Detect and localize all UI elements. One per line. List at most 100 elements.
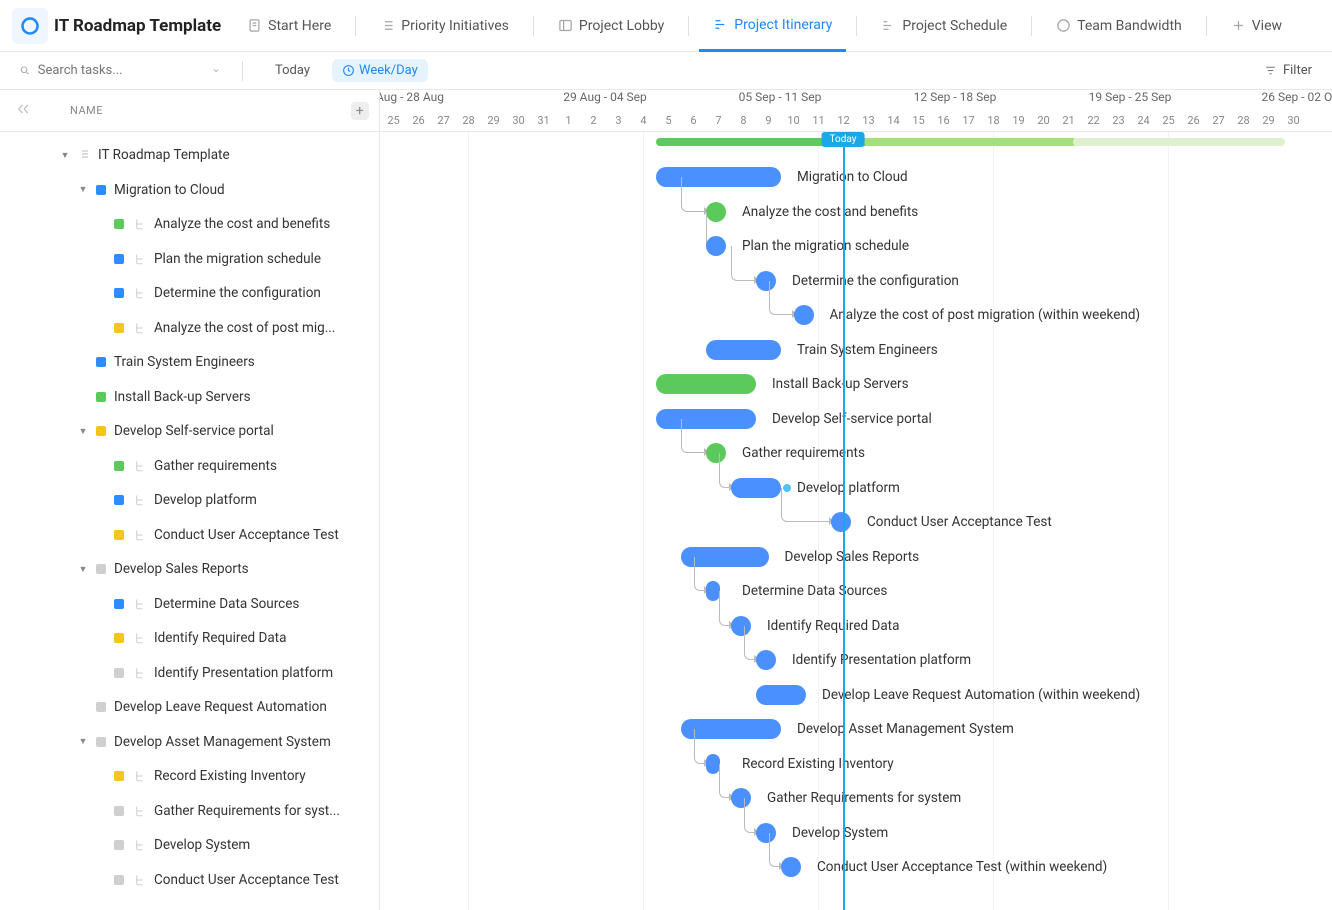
week-label: 19 Sep - 25 Sep xyxy=(1040,90,1220,104)
dependency-connector xyxy=(719,453,730,488)
tab-team-bandwidth[interactable]: Team Bandwidth xyxy=(1042,0,1196,52)
app-header: IT Roadmap Template Start HerePriority I… xyxy=(0,0,1332,52)
gantt-label: Train System Engineers xyxy=(797,342,938,358)
expand-arrow-icon[interactable]: ▼ xyxy=(60,150,70,161)
tree-row[interactable]: ▼Develop Asset Management System xyxy=(0,725,379,760)
day-label: 23 xyxy=(1106,110,1131,132)
gantt-milestone[interactable] xyxy=(706,754,720,774)
subtask-icon xyxy=(132,769,146,783)
tab-project-lobby[interactable]: Project Lobby xyxy=(544,0,678,52)
tree-row[interactable]: Record Existing Inventory xyxy=(0,759,379,794)
tree-row[interactable]: Develop System xyxy=(0,828,379,863)
tab-project-itinerary[interactable]: Project Itinerary xyxy=(699,0,846,52)
tree-row[interactable]: Conduct User Acceptance Test xyxy=(0,518,379,553)
dependency-connector xyxy=(719,591,730,626)
tab-priority-initiatives[interactable]: Priority Initiatives xyxy=(366,0,523,52)
filter-button[interactable]: Filter xyxy=(1264,63,1312,78)
task-name: Migration to Cloud xyxy=(114,182,225,198)
tree-row[interactable]: Develop Leave Request Automation xyxy=(0,690,379,725)
tree-row[interactable]: Determine the configuration xyxy=(0,276,379,311)
tree-row[interactable]: Analyze the cost of post mig... xyxy=(0,311,379,346)
list-icon xyxy=(78,148,90,163)
gantt-body[interactable]: TodayMigration to CloudAnalyze the cost … xyxy=(380,132,1332,910)
expand-arrow-icon[interactable]: ▼ xyxy=(78,736,88,747)
gantt-bar[interactable] xyxy=(656,167,781,187)
today-button[interactable]: Today xyxy=(265,59,320,82)
expand-arrow-icon[interactable]: ▼ xyxy=(78,184,88,195)
gantt-label: Analyze the cost and benefits xyxy=(742,204,918,220)
gantt-bar[interactable] xyxy=(731,478,781,498)
task-name: Analyze the cost and benefits xyxy=(154,216,330,232)
status-square xyxy=(114,806,124,816)
status-square xyxy=(96,357,106,367)
expand-arrow-icon[interactable]: ▼ xyxy=(78,564,88,575)
dependency-connector xyxy=(769,281,792,316)
tree-row[interactable]: Conduct User Acceptance Test xyxy=(0,863,379,898)
chevron-down-icon[interactable] xyxy=(212,65,220,76)
gantt-bar[interactable] xyxy=(656,374,756,394)
task-name: Gather requirements xyxy=(154,458,277,474)
subtask-icon xyxy=(132,631,146,645)
dependency-connector xyxy=(744,626,755,661)
tree-row[interactable]: Determine Data Sources xyxy=(0,587,379,622)
gantt-milestone[interactable] xyxy=(706,202,726,222)
status-square xyxy=(114,219,124,229)
search-input-wrap[interactable] xyxy=(20,63,220,78)
gantt-milestone[interactable] xyxy=(781,857,801,877)
tree-row[interactable]: Analyze the cost and benefits xyxy=(0,207,379,242)
gantt-milestone[interactable] xyxy=(794,305,814,325)
day-label: 12 xyxy=(831,110,856,132)
day-label: 25 xyxy=(1156,110,1181,132)
tree-row[interactable]: Install Back-up Servers xyxy=(0,380,379,415)
filter-icon xyxy=(1264,64,1277,77)
tree-row[interactable]: ▼ Migration to Cloud xyxy=(0,173,379,208)
collapse-sidebar-icon[interactable] xyxy=(16,102,30,119)
gantt-milestone[interactable] xyxy=(706,236,726,256)
search-input[interactable] xyxy=(38,63,204,78)
tree-row[interactable]: Gather Requirements for syst... xyxy=(0,794,379,829)
tree-row[interactable]: ▼Develop Self-service portal xyxy=(0,414,379,449)
gantt-bar[interactable] xyxy=(756,685,806,705)
gantt-milestone[interactable] xyxy=(706,581,720,601)
gantt-milestone[interactable] xyxy=(756,650,776,670)
day-label: 27 xyxy=(1206,110,1231,132)
week-label: 05 Sep - 11 Sep xyxy=(690,90,870,104)
tree-row[interactable]: Plan the migration schedule xyxy=(0,242,379,277)
tree-row[interactable]: Gather requirements xyxy=(0,449,379,484)
dependency-connector xyxy=(681,177,704,212)
tree-row[interactable]: Identify Required Data xyxy=(0,621,379,656)
day-label: 4 xyxy=(631,110,656,132)
gantt-label: Gather Requirements for system xyxy=(767,790,961,806)
tree-row[interactable]: Train System Engineers xyxy=(0,345,379,380)
tree-row[interactable]: ▼IT Roadmap Template xyxy=(0,138,379,173)
status-square xyxy=(114,323,124,333)
day-label: 26 xyxy=(406,110,431,132)
tab-start-here[interactable]: Start Here xyxy=(233,0,345,52)
task-name: Train System Engineers xyxy=(114,354,255,370)
add-column-button[interactable]: + xyxy=(351,102,369,120)
day-label: 31 xyxy=(531,110,556,132)
tree-row[interactable]: Identify Presentation platform xyxy=(0,656,379,691)
gantt-milestone[interactable] xyxy=(831,512,851,532)
day-label: 30 xyxy=(506,110,531,132)
day-label: 16 xyxy=(931,110,956,132)
gantt-bar[interactable] xyxy=(706,340,781,360)
gantt-label: Plan the migration schedule xyxy=(742,238,909,254)
week-label: 26 Sep - 02 Oct xyxy=(1212,90,1332,104)
subtask-icon xyxy=(132,597,146,611)
day-label: 20 xyxy=(1031,110,1056,132)
tree-row[interactable]: ▼Develop Sales Reports xyxy=(0,552,379,587)
tab-view[interactable]: View xyxy=(1217,0,1296,52)
day-label: 1 xyxy=(556,110,581,132)
gantt-label: Develop Sales Reports xyxy=(785,549,920,565)
expand-arrow-icon[interactable]: ▼ xyxy=(78,426,88,437)
tree-row[interactable]: Develop platform xyxy=(0,483,379,518)
week-label: 29 Aug - 04 Sep xyxy=(515,90,695,104)
day-label: 28 xyxy=(456,110,481,132)
task-name: Identify Required Data xyxy=(154,630,286,646)
gantt-bar[interactable] xyxy=(656,409,756,429)
column-name-header: NAME xyxy=(70,104,103,117)
weekday-toggle[interactable]: Week/Day xyxy=(332,59,428,82)
task-name: Determine Data Sources xyxy=(154,596,299,612)
tab-project-schedule[interactable]: Project Schedule xyxy=(867,0,1021,52)
